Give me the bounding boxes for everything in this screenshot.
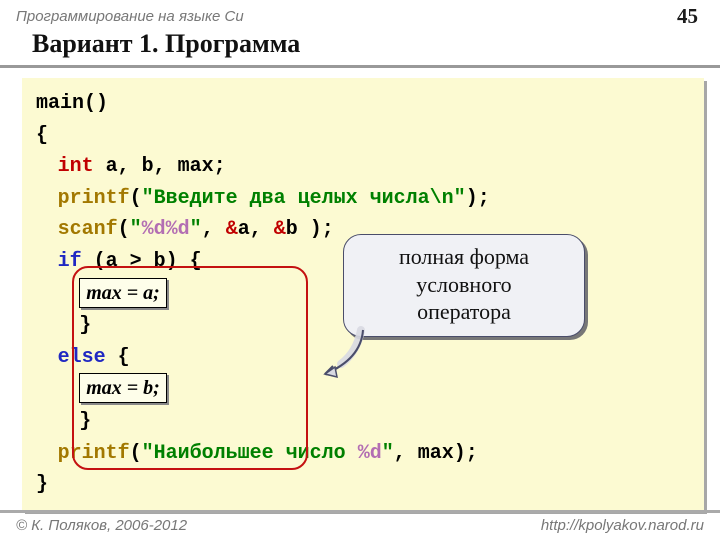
keyword-else: else [58,346,106,369]
code-line: printf("Введите два целых числа\n"); [36,183,690,215]
string-literal: "Введите два целых числа\n" [142,187,466,210]
slide-title: Вариант 1. Программа [0,29,720,68]
code-line: max = b; [36,373,690,406]
code-line: printf("Наибольшее число %d", max); [36,438,690,470]
code-text: b ); [286,218,334,241]
ampersand: & [274,218,286,241]
callout-bubble: полная форма условного оператора [343,234,585,337]
header: Программирование на языке Си 45 [0,0,720,29]
format-spec: %d [142,218,166,241]
format-spec: %d [166,218,190,241]
format-spec: %d [358,442,382,465]
code-text: " [190,218,202,241]
copyright: © К. Поляков, 2006-2012 [16,517,187,534]
assign-box-a: max = a; [79,278,167,308]
course-label: Программирование на языке Си [16,8,244,25]
func-printf: printf [58,187,130,210]
code-line: else { [36,342,690,374]
code-line: int a, b, max; [36,151,690,183]
func-scanf: scanf [58,218,118,241]
ampersand: & [226,218,238,241]
code-text: ( [130,187,142,210]
code-text: ); [466,187,490,210]
code-text: " [130,218,142,241]
code-text: ( [130,442,142,465]
code-text: " [142,442,154,465]
code-text: (a > b) { [82,250,202,273]
keyword-if: if [58,250,82,273]
footer-url: http://kpolyakov.narod.ru [541,517,704,534]
code-text: { [106,346,130,369]
code-line: { [36,120,690,152]
code-text: a, [238,218,274,241]
code-line: } [36,406,690,438]
code-line: } [36,469,690,501]
code-text: , [202,218,226,241]
code-text: , max); [394,442,478,465]
page-number: 45 [677,4,698,29]
func-printf: printf [58,442,130,465]
footer: © К. Поляков, 2006-2012 http://kpolyakov… [0,510,720,540]
code-text: " [382,442,394,465]
code-text: ( [118,218,130,241]
callout-text: полная форма условного оператора [399,244,529,324]
assign-box-b: max = b; [79,373,167,403]
keyword-int: int [58,155,94,178]
string-literal: Наибольшее число [154,442,358,465]
code-line: main() [36,88,690,120]
code-text: a, b, max; [94,155,226,178]
